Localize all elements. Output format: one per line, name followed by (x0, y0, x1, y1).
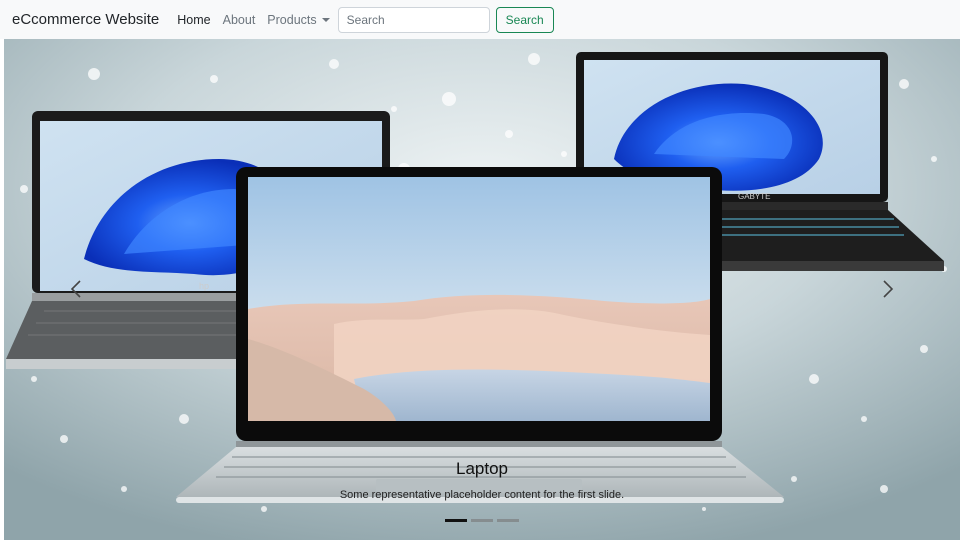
chevron-left-icon (70, 280, 81, 298)
carousel-caption: Laptop Some representative placeholder c… (4, 459, 960, 501)
carousel-indicator-2[interactable] (471, 519, 493, 522)
gigabyte-logo-text: GABYTE (738, 192, 770, 201)
search-button[interactable]: Search (495, 6, 554, 33)
nav-link-about[interactable]: About (223, 13, 256, 27)
chevron-down-icon (321, 17, 330, 22)
search-input[interactable] (337, 6, 490, 33)
hp-logo-text: hp (199, 281, 209, 291)
top-navbar: eCcommerce Website Home About Products S… (0, 0, 960, 39)
products-dropdown[interactable]: Products (267, 12, 330, 27)
brand-logo[interactable]: eCcommerce Website (12, 11, 159, 28)
hero-carousel: hp GABYTE Laptop Some representative pla… (4, 39, 960, 540)
nav-link-home[interactable]: Home (177, 13, 210, 27)
slide-description: Some representative placeholder content … (339, 489, 625, 501)
carousel-indicator-1[interactable] (445, 519, 467, 522)
chevron-right-icon (883, 280, 894, 298)
carousel-indicator-3[interactable] (497, 519, 519, 522)
carousel-indicators (4, 519, 960, 522)
carousel-prev-control[interactable] (56, 269, 96, 309)
carousel-next-control[interactable] (868, 269, 908, 309)
slide-title: Laptop (456, 459, 508, 478)
products-dropdown-label: Products (267, 12, 317, 27)
laptop-center (176, 167, 784, 503)
